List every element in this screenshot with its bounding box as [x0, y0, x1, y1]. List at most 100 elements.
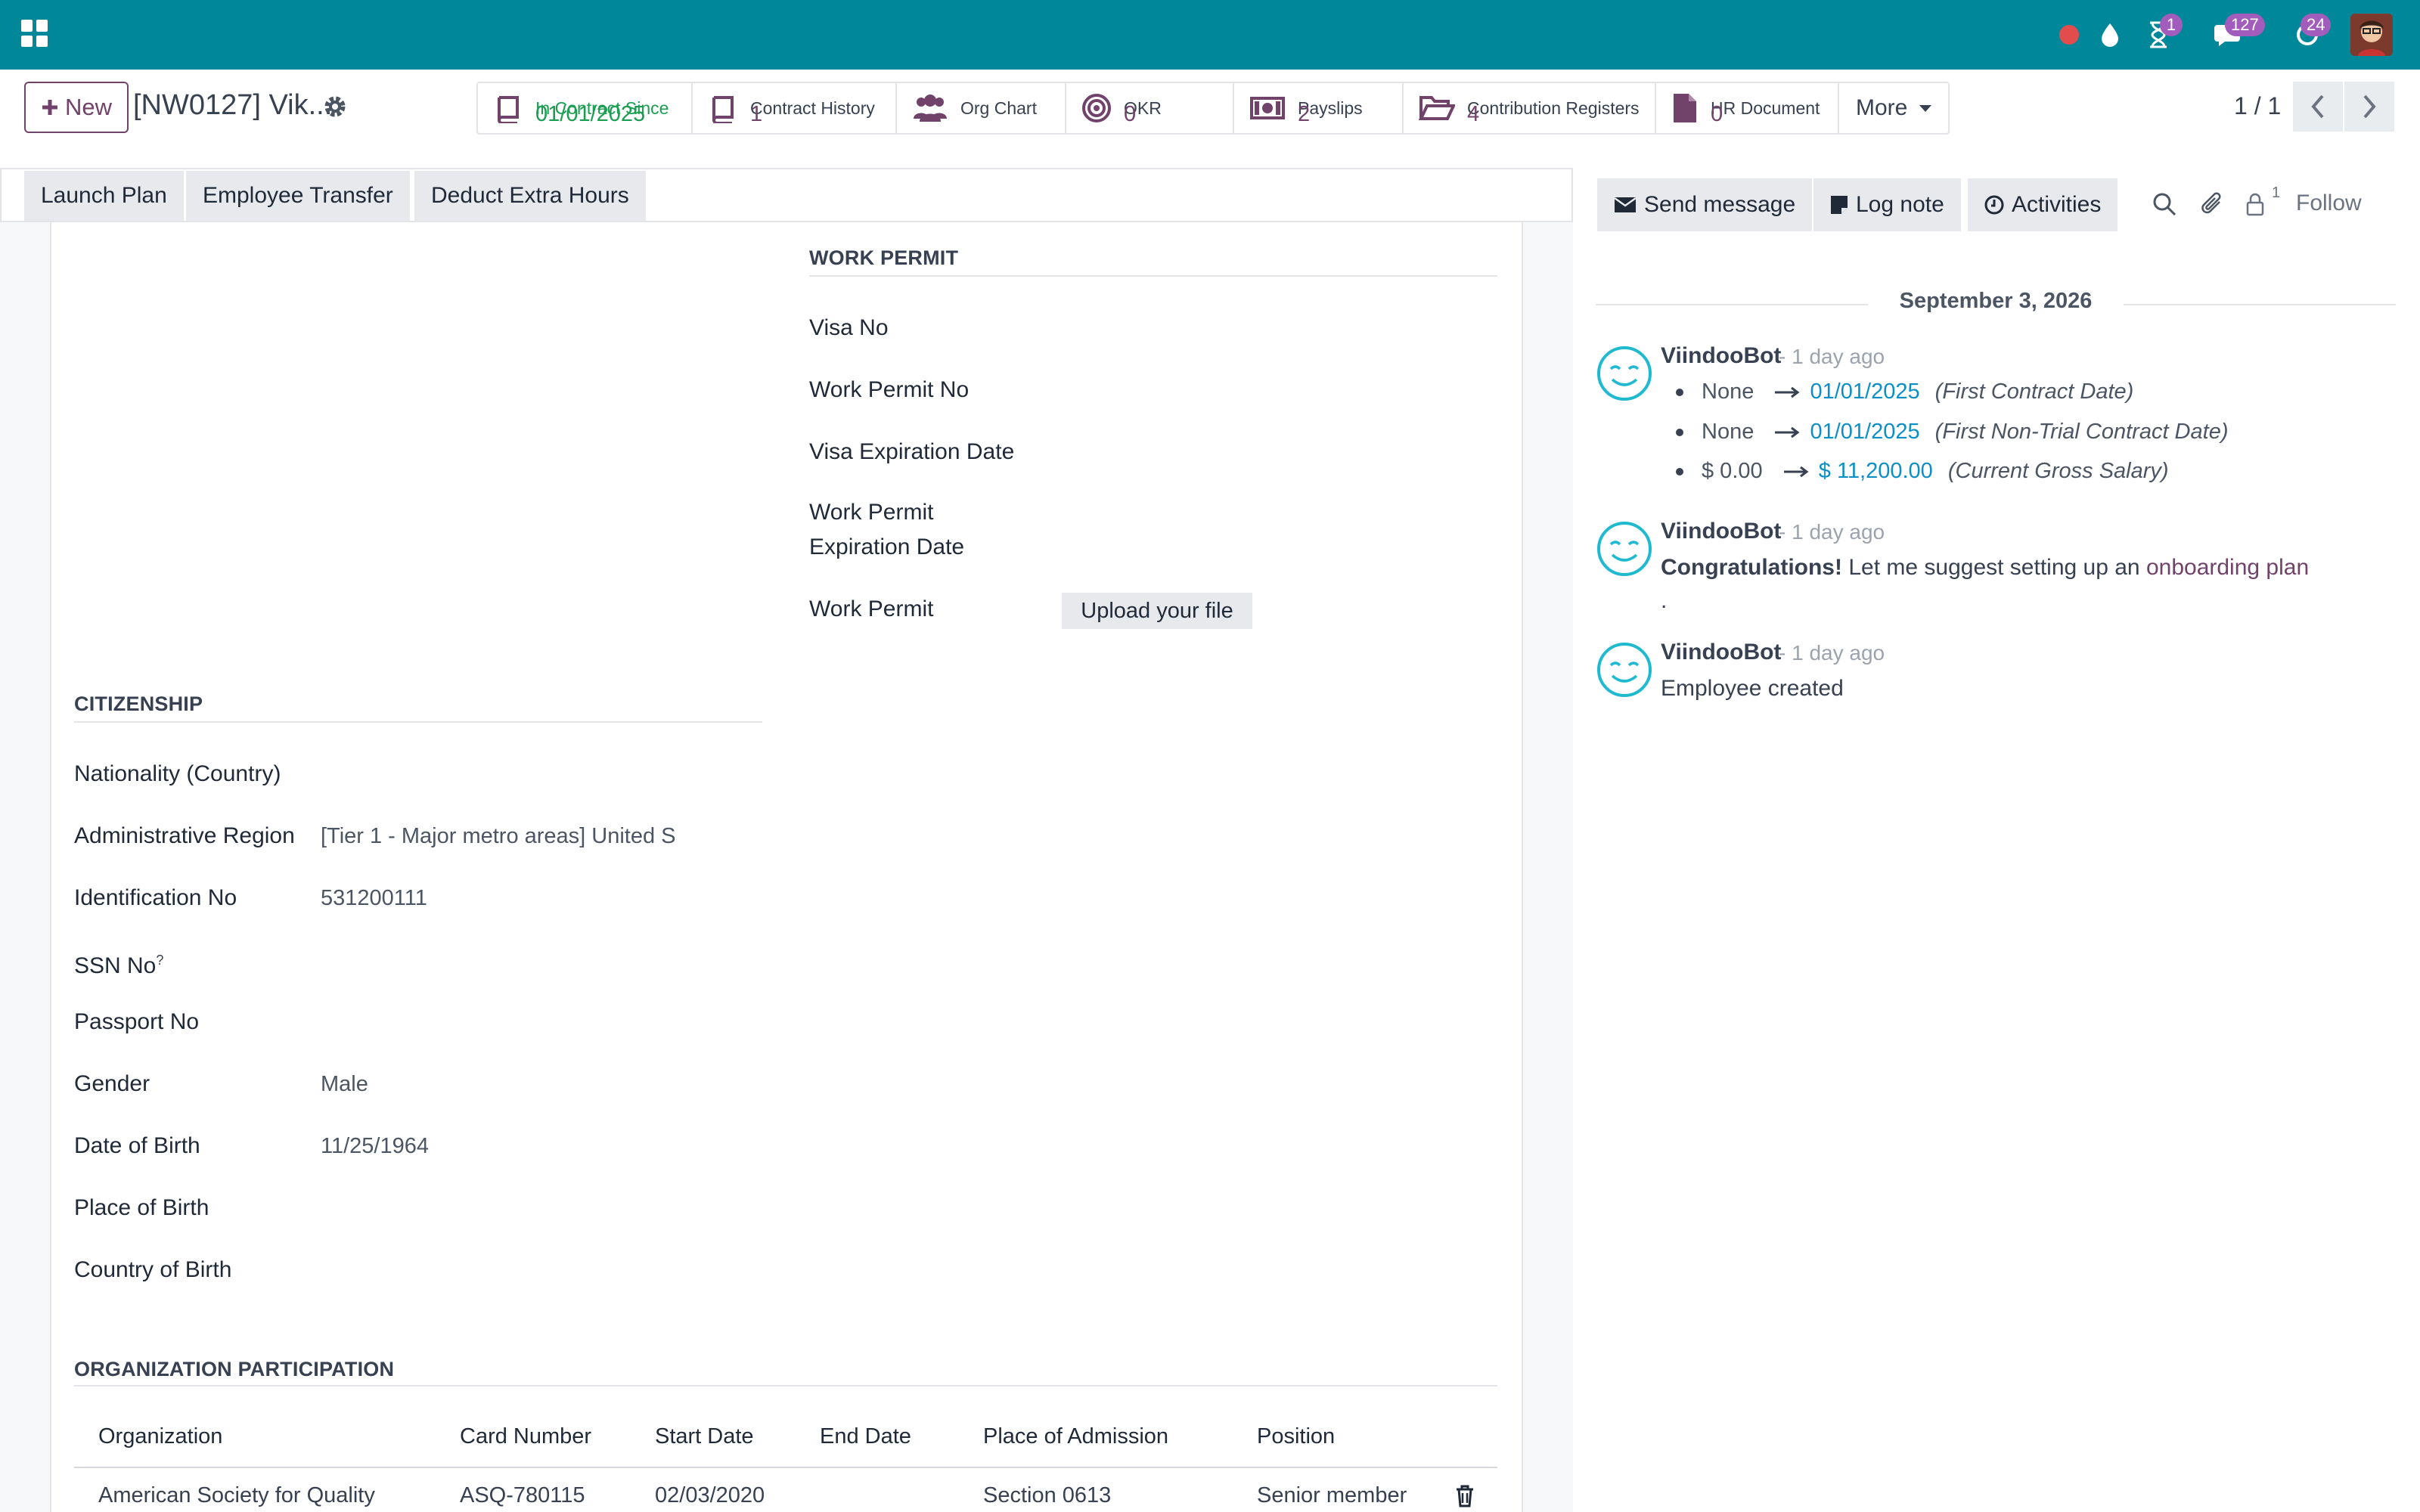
bullet — [1676, 468, 1683, 476]
column-header-position[interactable]: Position — [1257, 1424, 1335, 1449]
work-permit-file-label: Work Permit — [809, 596, 934, 621]
file-icon — [1674, 94, 1696, 122]
message-tail: . — [1661, 588, 1668, 613]
plus-icon — [42, 100, 57, 115]
launch-plan-button[interactable]: Launch Plan — [24, 171, 184, 221]
date-of-birth-label: Date of Birth — [74, 1133, 200, 1158]
work-permit-expiration-label-line1: Work Permit — [809, 500, 934, 525]
smart-value: 4 — [1467, 102, 1480, 126]
bullet — [1676, 389, 1683, 397]
send-message-label: Send message — [1644, 192, 1796, 217]
message-author[interactable]: ViindooBot — [1661, 519, 1781, 544]
onboarding-plan-link[interactable]: onboarding plan — [2146, 555, 2309, 580]
card-number-cell[interactable]: ASQ-780115 — [460, 1483, 585, 1508]
messaging-menu[interactable]: 127 — [2199, 14, 2265, 54]
passport-no-label: Passport No — [74, 1009, 200, 1034]
help-tooltip-icon[interactable]: ? — [156, 953, 163, 968]
message-text: Let me suggest setting up an — [1848, 555, 2140, 580]
gender-label: Gender — [74, 1071, 150, 1096]
administrative-region-field[interactable]: [Tier 1 - Major metro areas] United S — [321, 820, 684, 853]
arrow-right-icon — [1775, 426, 1800, 438]
new-button[interactable]: New — [24, 82, 129, 133]
start-date-cell[interactable]: 02/03/2020 — [655, 1483, 765, 1508]
smart-button-okr[interactable]: OKR 0 — [1066, 83, 1234, 133]
activities-menu[interactable]: 1 — [2137, 14, 2183, 54]
log-note-button[interactable]: Log note — [1813, 178, 1961, 231]
pager-value[interactable]: 1 / 1 — [2234, 92, 2281, 120]
smart-button-contribution-registers[interactable]: Contribution Registers 4 — [1404, 83, 1656, 133]
gear-icon[interactable] — [322, 94, 348, 119]
organization-cell[interactable]: American Society for Quality — [98, 1483, 375, 1508]
administrative-region-label: Administrative Region — [74, 823, 295, 848]
smart-value: 01/01/2025 — [535, 102, 646, 126]
country-of-birth-label: Country of Birth — [74, 1257, 232, 1282]
app-menu-icon[interactable] — [21, 20, 48, 47]
smart-button-hr-document[interactable]: HR Document 0 — [1656, 83, 1839, 133]
follow-button[interactable]: Follow — [2296, 191, 2362, 216]
message-author[interactable]: ViindooBot — [1661, 640, 1781, 665]
tracking-new: 01/01/2025 — [1810, 420, 1920, 444]
employee-transfer-button[interactable]: Employee Transfer — [186, 171, 410, 221]
smart-button-payslips[interactable]: Payslips 2 — [1234, 83, 1404, 133]
work-permit-section-title: WORK PERMIT — [809, 246, 959, 269]
message-body: Congratulations! Let me suggest setting … — [1661, 555, 2309, 581]
visa-expiration-label: Visa Expiration Date — [809, 439, 1015, 464]
trash-icon[interactable] — [1455, 1485, 1475, 1511]
bot-avatar[interactable] — [1596, 520, 1653, 578]
citizenship-section-title: CITIZENSHIP — [74, 692, 203, 715]
tracking-value: $ 0.00 $ 11,200.00 (Current Gross Salary… — [1676, 459, 2169, 484]
bot-avatar[interactable] — [1596, 641, 1653, 699]
upload-file-button[interactable]: Upload your file — [1062, 593, 1252, 629]
column-header-end-date[interactable]: End Date — [820, 1424, 911, 1449]
position-cell[interactable]: Senior member — [1257, 1483, 1407, 1508]
place-of-admission-cell[interactable]: Section 0613 — [983, 1483, 1111, 1508]
pager-previous-button[interactable] — [2293, 82, 2343, 132]
smart-value: 1 — [750, 102, 763, 126]
column-header-start-date[interactable]: Start Date — [655, 1424, 754, 1449]
followers-lock-icon[interactable] — [2240, 189, 2270, 219]
identification-no-field[interactable]: 531200111 — [321, 881, 684, 915]
ssn-no-label-text: SSN No — [74, 953, 157, 978]
smart-button-contract-history[interactable]: Contract History 1 — [693, 83, 897, 133]
smart-button-in-contract[interactable]: In Contract Since 01/01/2025 — [478, 83, 693, 133]
users-icon — [914, 94, 947, 122]
folder-open-icon — [1419, 96, 1455, 120]
new-button-label: New — [64, 94, 112, 120]
tracking-value: None 01/01/2025 (First Contract Date) — [1676, 380, 2133, 404]
message-author[interactable]: ViindooBot — [1661, 343, 1781, 369]
smart-button-org-chart[interactable]: Org Chart — [897, 83, 1066, 133]
debug-mode-icon[interactable] — [2093, 15, 2127, 54]
section-divider — [809, 275, 1497, 277]
date-separator: September 3, 2026 — [1596, 286, 2396, 322]
tracking-field: (First Non-Trial Contract Date) — [1934, 420, 2229, 444]
smart-value: 0 — [1124, 102, 1137, 126]
tracking-field: (Current Gross Salary) — [1947, 459, 2169, 483]
work-permit-expiration-label-line2: Expiration Date — [809, 534, 965, 559]
send-message-button[interactable]: Send message — [1597, 178, 1813, 231]
money-icon — [1250, 97, 1285, 119]
updates-menu[interactable]: 24 — [2281, 14, 2334, 54]
work-permit-no-label: Work Permit No — [809, 377, 970, 402]
user-avatar[interactable] — [2350, 14, 2393, 56]
smart-value: 2 — [1298, 102, 1311, 126]
column-header-organization[interactable]: Organization — [98, 1424, 222, 1449]
date-of-birth-field[interactable]: 11/25/1964 — [321, 1129, 684, 1163]
activities-button[interactable]: Activities — [1968, 178, 2118, 231]
column-header-place-of-admission[interactable]: Place of Admission — [983, 1424, 1168, 1449]
note-icon — [1831, 196, 1848, 214]
paperclip-icon[interactable] — [2198, 189, 2228, 219]
message-time: - 1 day ago — [1779, 345, 1885, 368]
bullet — [1676, 429, 1683, 437]
recording-indicator[interactable] — [2054, 15, 2084, 54]
deduct-extra-hours-button[interactable]: Deduct Extra Hours — [414, 171, 646, 221]
smart-buttons: In Contract Since 01/01/2025 Contract His… — [476, 82, 1950, 135]
nationality-label: Nationality (Country) — [74, 761, 281, 786]
section-divider — [74, 721, 762, 723]
search-icon[interactable] — [2149, 189, 2180, 219]
bot-avatar[interactable] — [1596, 345, 1653, 402]
column-header-card-number[interactable]: Card Number — [460, 1424, 591, 1449]
smart-more-dropdown[interactable]: More — [1839, 83, 1948, 133]
gender-field[interactable]: Male — [321, 1067, 684, 1101]
smart-value: 0 — [1711, 102, 1723, 126]
pager-next-button[interactable] — [2344, 82, 2394, 132]
